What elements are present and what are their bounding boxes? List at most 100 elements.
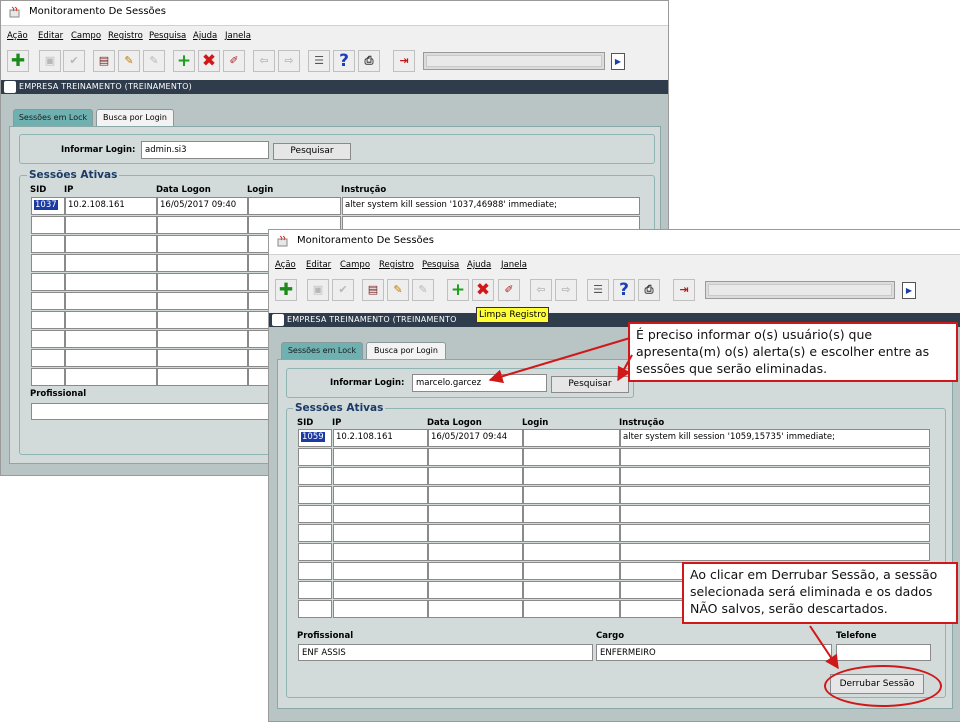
table-cell-ip[interactable]	[333, 543, 428, 561]
menu-campo[interactable]: Campo	[340, 260, 370, 270]
table-cell-data_logon[interactable]	[157, 292, 248, 310]
table-cell-data_logon[interactable]	[157, 349, 248, 367]
login-input[interactable]: admin.si3	[141, 141, 269, 159]
delete-record-icon[interactable]: ✖	[198, 50, 220, 72]
tab-busca-login[interactable]: Busca por Login	[366, 342, 446, 359]
table-cell-sid[interactable]	[31, 349, 65, 367]
menu-acao[interactable]: Ação	[275, 260, 296, 270]
table-cell-instrucao[interactable]	[620, 505, 930, 523]
delete-record-icon[interactable]: ✖	[472, 279, 494, 301]
table-cell-sid[interactable]	[298, 562, 332, 580]
cargo-field[interactable]: ENFERMEIRO	[596, 644, 832, 661]
menu-ajuda[interactable]: Ajuda	[193, 31, 217, 41]
table-cell-data_logon[interactable]	[157, 311, 248, 329]
table-cell-data_logon[interactable]	[428, 505, 523, 523]
printer-icon[interactable]: ⎙	[358, 50, 380, 72]
table-cell-data_logon[interactable]	[428, 486, 523, 504]
table-cell-instrucao[interactable]	[620, 543, 930, 561]
exit-icon[interactable]: ⇥	[393, 50, 415, 72]
table-cell-data_logon[interactable]	[428, 524, 523, 542]
table-cell-sid[interactable]	[31, 235, 65, 253]
table-cell-instrucao[interactable]	[620, 486, 930, 504]
wand-disabled-icon[interactable]: ✎	[143, 50, 165, 72]
table-cell-sid[interactable]	[31, 216, 65, 234]
table-cell-login[interactable]	[523, 448, 620, 466]
table-cell-sid[interactable]	[31, 292, 65, 310]
save-icon[interactable]: ✚	[275, 279, 297, 301]
table-cell-sid[interactable]	[298, 448, 332, 466]
table-cell-ip[interactable]	[65, 292, 157, 310]
chevron-right-icon[interactable]: ▶	[611, 53, 625, 70]
table-cell-sid[interactable]	[298, 486, 332, 504]
table-cell-sid[interactable]: 1059	[298, 429, 332, 447]
table-cell-login[interactable]	[523, 486, 620, 504]
menu-acao[interactable]: Ação	[7, 31, 28, 41]
table-cell-sid[interactable]	[31, 368, 65, 386]
menu-registro[interactable]: Registro	[108, 31, 143, 41]
previous-icon[interactable]: ⇦	[530, 279, 552, 301]
menu-janela[interactable]: Janela	[501, 260, 527, 270]
table-cell-data_logon[interactable]	[157, 235, 248, 253]
menu-editar[interactable]: Editar	[38, 31, 63, 41]
table-cell-ip[interactable]	[65, 349, 157, 367]
menu-ajuda[interactable]: Ajuda	[467, 260, 491, 270]
table-cell-data_logon[interactable]	[157, 330, 248, 348]
printer-icon[interactable]: ⎙	[638, 279, 660, 301]
checkmark-icon[interactable]: ✔	[332, 279, 354, 301]
help-icon[interactable]: ?	[333, 50, 355, 72]
table-cell-data_logon[interactable]	[428, 467, 523, 485]
table-cell-login[interactable]	[523, 581, 620, 599]
search-button[interactable]: Pesquisar	[551, 376, 629, 393]
tab-sessoes-lock[interactable]: Sessões em Lock	[281, 342, 363, 359]
table-cell-ip[interactable]: 10.2.108.161	[333, 429, 428, 447]
table-cell-ip[interactable]	[65, 235, 157, 253]
table-cell-data_logon[interactable]	[157, 216, 248, 234]
table-cell-login[interactable]	[523, 543, 620, 561]
table-cell-sid[interactable]	[298, 467, 332, 485]
table-cell-ip[interactable]	[65, 254, 157, 272]
exit-icon[interactable]: ⇥	[673, 279, 695, 301]
table-cell-ip[interactable]	[65, 273, 157, 291]
menu-janela[interactable]: Janela	[225, 31, 251, 41]
table-cell-data_logon[interactable]: 16/05/2017 09:44	[428, 429, 523, 447]
table-cell-sid[interactable]	[298, 524, 332, 542]
table-cell-ip[interactable]	[65, 216, 157, 234]
print-form-icon[interactable]: ▤	[93, 50, 115, 72]
table-cell-instrucao[interactable]	[620, 448, 930, 466]
previous-icon[interactable]: ⇦	[253, 50, 275, 72]
table-cell-sid[interactable]	[298, 581, 332, 599]
menu-pesquisa[interactable]: Pesquisa	[422, 260, 459, 270]
next-icon[interactable]: ⇨	[278, 50, 300, 72]
table-cell-data_logon[interactable]	[428, 543, 523, 561]
table-cell-sid[interactable]	[31, 311, 65, 329]
table-cell-instrucao[interactable]	[620, 467, 930, 485]
print-form-icon[interactable]: ▤	[362, 279, 384, 301]
tab-busca-login[interactable]: Busca por Login	[96, 109, 174, 126]
table-cell-login[interactable]	[523, 600, 620, 618]
profissional-field[interactable]: ENF ASSIS	[298, 644, 593, 661]
table-cell-ip[interactable]	[333, 505, 428, 523]
table-cell-sid[interactable]	[298, 543, 332, 561]
table-cell-sid[interactable]	[298, 505, 332, 523]
table-cell-ip[interactable]: 10.2.108.161	[65, 197, 157, 215]
wand-disabled-icon[interactable]: ✎	[412, 279, 434, 301]
telefone-field[interactable]	[836, 644, 931, 661]
insert-record-icon[interactable]: +	[447, 279, 469, 301]
table-cell-data_logon[interactable]	[428, 581, 523, 599]
table-cell-ip[interactable]	[333, 448, 428, 466]
table-cell-data_logon[interactable]: 16/05/2017 09:40	[157, 197, 248, 215]
table-cell-instrucao[interactable]: alter system kill session '1037,46988' i…	[342, 197, 640, 215]
table-cell-ip[interactable]	[65, 330, 157, 348]
table-cell-sid[interactable]	[31, 330, 65, 348]
table-cell-data_logon[interactable]	[428, 600, 523, 618]
save-disabled-icon[interactable]: ▣	[39, 50, 61, 72]
login-input[interactable]: marcelo.garcez	[412, 374, 547, 392]
table-cell-ip[interactable]	[333, 600, 428, 618]
table-cell-ip[interactable]	[333, 486, 428, 504]
table-cell-login[interactable]	[523, 524, 620, 542]
table-cell-ip[interactable]	[65, 311, 157, 329]
table-cell-sid[interactable]: 1037	[31, 197, 65, 215]
table-cell-ip[interactable]	[333, 562, 428, 580]
wand-icon[interactable]: ✎	[387, 279, 409, 301]
save-disabled-icon[interactable]: ▣	[307, 279, 329, 301]
